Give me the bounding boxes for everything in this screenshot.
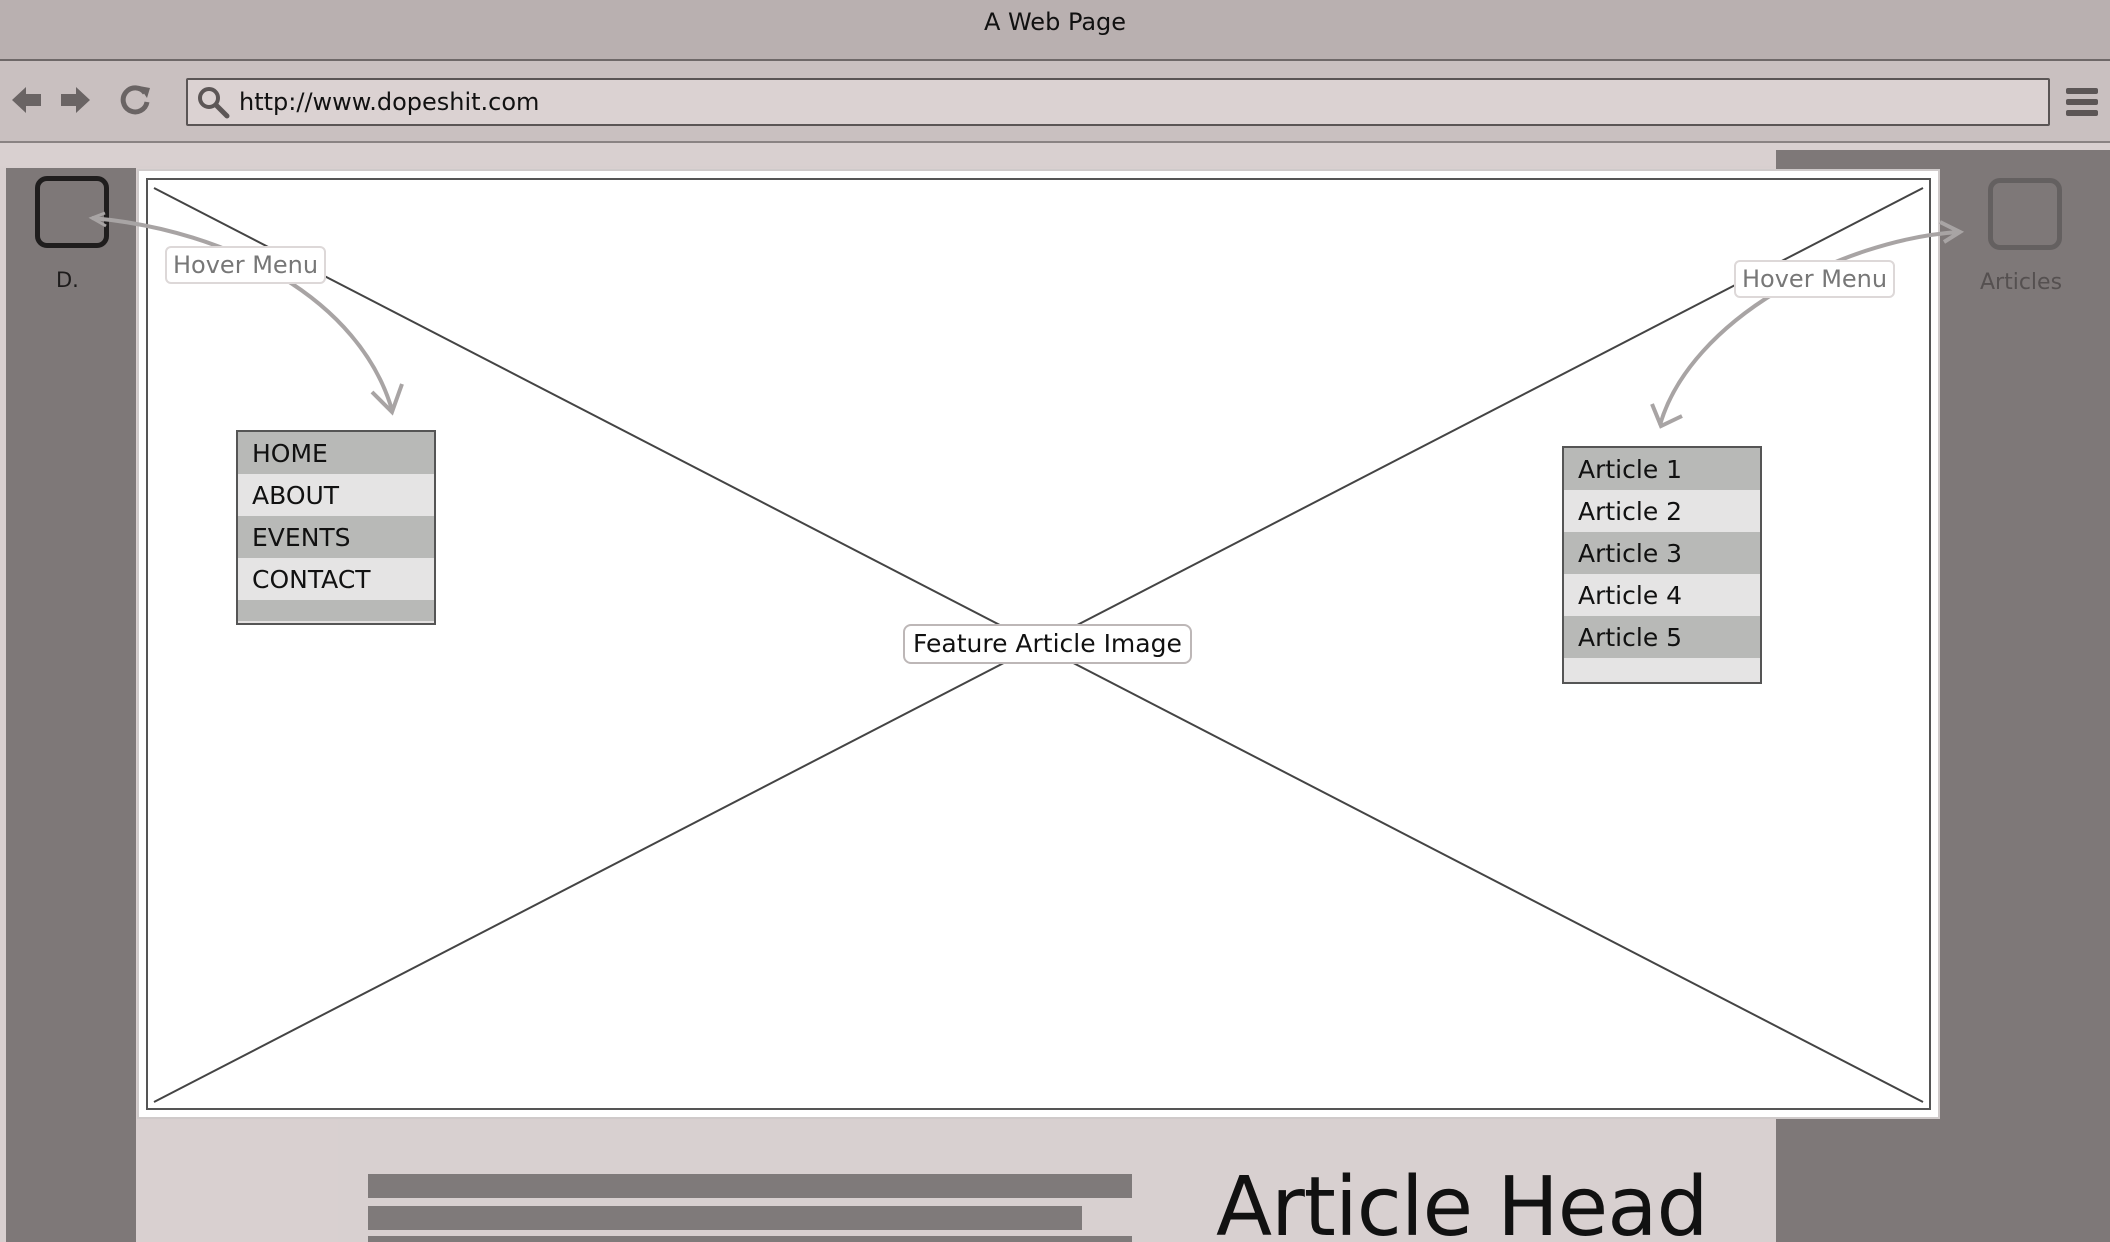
- left-hover-menu: HOME ABOUT EVENTS CONTACT: [236, 430, 436, 625]
- article-item-1[interactable]: Article 1: [1564, 448, 1760, 490]
- menu-footer: [238, 600, 434, 621]
- text-placeholder-line: [368, 1174, 1132, 1198]
- article-headline: Article Head: [1216, 1160, 1709, 1242]
- article-item-4[interactable]: Article 4: [1564, 574, 1760, 616]
- hover-menu-annotation-right: Hover Menu: [1734, 260, 1896, 298]
- text-placeholder-line: [368, 1206, 1082, 1230]
- menu-item-home[interactable]: HOME: [238, 432, 434, 474]
- menu-item-contact[interactable]: CONTACT: [238, 558, 434, 600]
- article-item-5[interactable]: Article 5: [1564, 616, 1760, 658]
- hover-menu-annotation-left: Hover Menu: [165, 246, 327, 284]
- menu-item-about[interactable]: ABOUT: [238, 474, 434, 516]
- article-item-3[interactable]: Article 3: [1564, 532, 1760, 574]
- menu-item-events[interactable]: EVENTS: [238, 516, 434, 558]
- article-item-2[interactable]: Article 2: [1564, 490, 1760, 532]
- text-placeholder-line: [368, 1236, 1132, 1242]
- menu-footer: [1564, 658, 1760, 680]
- right-hover-menu: Article 1 Article 2 Article 3 Article 4 …: [1562, 446, 1762, 684]
